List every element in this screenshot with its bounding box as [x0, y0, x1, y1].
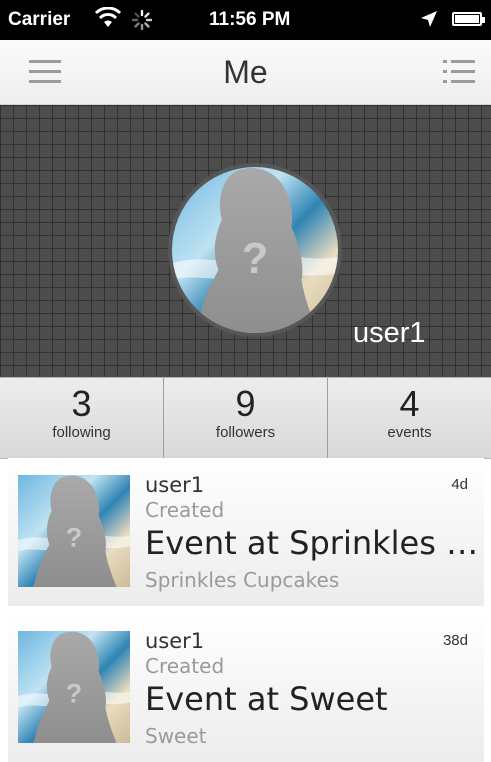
stat-count: 3	[71, 383, 92, 424]
location-arrow-icon	[421, 11, 437, 27]
feed-item-title: Event at Sweet	[145, 680, 388, 718]
profile-username: user1	[353, 317, 426, 349]
clock: 11:56 PM	[209, 9, 291, 30]
stat-count: 4	[399, 383, 420, 424]
feed-item-avatar[interactable]: ?	[18, 475, 130, 587]
profile-avatar[interactable]: ?	[168, 163, 342, 337]
feed-item-venue: Sprinkles Cupcakes	[145, 568, 340, 592]
placeholder-avatar-icon: ?	[172, 167, 338, 333]
list-icon	[443, 60, 475, 63]
carrier-label: Carrier	[8, 9, 71, 30]
stat-label: followers	[215, 424, 276, 441]
stat-count: 9	[235, 383, 256, 424]
list-view-button[interactable]	[443, 60, 475, 84]
status-bar: Carrier 11:56 PM	[0, 0, 491, 40]
feed-item-timestamp: 38d	[442, 632, 468, 649]
feed-item-user[interactable]: user1	[145, 629, 204, 653]
placeholder-avatar-icon: ?	[18, 475, 130, 587]
feed-item-venue: Sweet	[145, 724, 207, 748]
feed-item-timestamp: 4d	[451, 476, 468, 493]
feed-item[interactable]: ? user1 Created Event at Sprinkles Cupca…	[8, 458, 484, 606]
stat-label: events	[387, 424, 432, 441]
stat-events[interactable]: 4 events	[328, 378, 491, 458]
question-mark-glyph: ?	[66, 679, 82, 709]
profile-stats-bar: 3 following 9 followers 4 events	[0, 377, 491, 459]
placeholder-avatar-icon: ?	[18, 631, 130, 743]
question-mark-glyph: ?	[66, 523, 82, 553]
wifi-icon	[95, 7, 121, 27]
stat-label: following	[52, 424, 111, 441]
page-title: Me	[223, 54, 268, 90]
profile-banner: ? user1	[0, 105, 491, 377]
feed-item-user[interactable]: user1	[145, 473, 204, 497]
feed-item-action: Created	[145, 498, 225, 522]
stat-following[interactable]: 3 following	[0, 378, 164, 458]
feed-item-title: Event at Sprinkles Cupcakes	[145, 524, 480, 562]
feed-item-action: Created	[145, 654, 225, 678]
stat-followers[interactable]: 9 followers	[164, 378, 328, 458]
feed-item-avatar[interactable]: ?	[18, 631, 130, 743]
navigation-bar: Me	[0, 40, 491, 105]
question-mark-glyph: ?	[242, 235, 268, 283]
activity-spinner-icon	[132, 10, 152, 30]
battery-icon	[452, 12, 485, 26]
feed-item[interactable]: ? user1 Created Event at Sweet Sweet 38d	[8, 614, 484, 762]
